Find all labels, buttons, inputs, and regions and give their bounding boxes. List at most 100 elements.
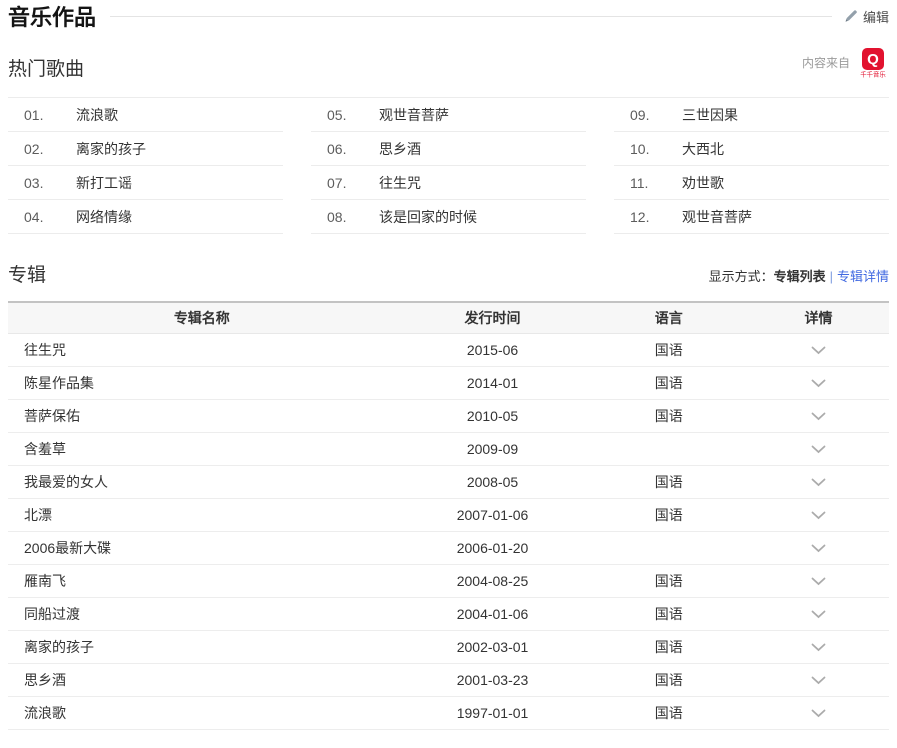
details-cell [748, 531, 889, 564]
song-link[interactable]: 往生咒 [379, 173, 421, 193]
song-item: 01. 流浪歌 [8, 98, 283, 132]
details-cell [748, 564, 889, 597]
qianqian-music-logo[interactable]: Q 千千音乐 [857, 48, 889, 79]
qianqian-logo-text: 千千音乐 [860, 71, 886, 78]
album-name-cell: 含羞草 [8, 432, 396, 465]
expand-details-button[interactable] [805, 476, 832, 489]
chevron-down-icon [811, 412, 826, 421]
table-row: 2006最新大碟 2006-01-20 [8, 531, 889, 564]
expand-details-button[interactable] [805, 542, 832, 555]
table-row: 我最爱的女人 2008-05 国语 [8, 465, 889, 498]
album-name-cell: 我最爱的女人 [8, 465, 396, 498]
edit-label: 编辑 [863, 7, 889, 26]
details-cell [748, 630, 889, 663]
song-number: 02. [24, 141, 56, 157]
song-item: 02. 离家的孩子 [8, 132, 283, 166]
song-number: 01. [24, 107, 56, 123]
song-number: 09. [630, 107, 662, 123]
chevron-down-icon [811, 346, 826, 355]
expand-details-button[interactable] [805, 509, 832, 522]
expand-details-button[interactable] [805, 443, 832, 456]
expand-details-button[interactable] [805, 410, 832, 423]
col-header-release-date: 发行时间 [396, 302, 590, 333]
table-row: 北漂 2007-01-06 国语 [8, 498, 889, 531]
song-link[interactable]: 劝世歌 [682, 173, 724, 193]
language-cell: 国语 [589, 630, 748, 663]
song-link[interactable]: 新打工谣 [76, 173, 132, 193]
release-date-cell: 2008-05 [396, 465, 590, 498]
song-item: 03. 新打工谣 [8, 166, 283, 200]
album-name-cell: 菩萨保佑 [8, 399, 396, 432]
song-link[interactable]: 观世音菩萨 [379, 105, 449, 125]
release-date-cell: 2004-08-25 [396, 564, 590, 597]
expand-details-button[interactable] [805, 575, 832, 588]
expand-details-button[interactable] [805, 377, 832, 390]
display-mode-label: 显示方式： [709, 269, 774, 284]
pencil-icon [844, 9, 858, 23]
song-item: 09. 三世因果 [614, 98, 889, 132]
table-row: 往生咒 2015-06 国语 [8, 333, 889, 366]
song-link[interactable]: 流浪歌 [76, 105, 118, 125]
header-divider [110, 16, 832, 17]
song-number: 06. [327, 141, 359, 157]
hot-songs-section: 热门歌曲 内容来自 Q 千千音乐 01. 流浪歌 02. 离家的孩子 [8, 48, 889, 234]
display-mode-switch: 显示方式：专辑列表 | 专辑详情 [709, 266, 889, 287]
chevron-down-icon [811, 643, 826, 652]
song-number: 12. [630, 209, 662, 225]
song-item: 12. 观世音菩萨 [614, 200, 889, 234]
col-header-album-name: 专辑名称 [8, 302, 396, 333]
chevron-down-icon [811, 478, 826, 487]
song-link[interactable]: 网络情缘 [76, 207, 132, 227]
album-name-cell: 北漂 [8, 498, 396, 531]
album-name-cell: 雁南飞 [8, 564, 396, 597]
song-number: 03. [24, 175, 56, 191]
details-cell [748, 399, 889, 432]
song-number: 11. [630, 175, 662, 191]
album-name-cell: 2006最新大碟 [8, 531, 396, 564]
song-item: 07. 往生咒 [311, 166, 586, 200]
expand-details-button[interactable] [805, 707, 832, 720]
details-cell [748, 465, 889, 498]
table-row: 离家的孩子 2002-03-01 国语 [8, 630, 889, 663]
expand-details-button[interactable] [805, 608, 832, 621]
language-cell: 国语 [589, 333, 748, 366]
chevron-down-icon [811, 544, 826, 553]
mode-separator: | [830, 269, 833, 284]
details-cell [748, 498, 889, 531]
song-link[interactable]: 三世因果 [682, 105, 738, 125]
albums-heading: 专辑 [8, 260, 46, 287]
album-name-cell: 思乡酒 [8, 663, 396, 696]
language-cell: 国语 [589, 597, 748, 630]
albums-section: 专辑 显示方式：专辑列表|专辑详情 专辑名称 发行时间 语言 详情 往生咒 [8, 260, 889, 730]
table-row: 流浪歌 1997-01-01 国语 [8, 696, 889, 729]
hot-songs-heading: 热门歌曲 [8, 54, 84, 81]
song-link[interactable]: 大西北 [682, 139, 724, 159]
table-row: 陈星作品集 2014-01 国语 [8, 366, 889, 399]
details-cell [748, 663, 889, 696]
song-link[interactable]: 该是回家的时候 [379, 207, 477, 227]
release-date-cell: 2015-06 [396, 333, 590, 366]
mode-album-detail[interactable]: 专辑详情 [837, 269, 889, 284]
song-link[interactable]: 思乡酒 [379, 139, 421, 159]
mode-album-list[interactable]: 专辑列表 [774, 269, 826, 284]
album-name-cell: 离家的孩子 [8, 630, 396, 663]
expand-details-button[interactable] [805, 674, 832, 687]
song-item: 08. 该是回家的时候 [311, 200, 586, 234]
song-number: 04. [24, 209, 56, 225]
song-number: 05. [327, 107, 359, 123]
song-item: 05. 观世音菩萨 [311, 98, 586, 132]
language-cell: 国语 [589, 498, 748, 531]
language-cell: 国语 [589, 465, 748, 498]
language-cell [589, 531, 748, 564]
language-cell: 国语 [589, 564, 748, 597]
edit-button[interactable]: 编辑 [844, 7, 889, 26]
chevron-down-icon [811, 610, 826, 619]
details-cell [748, 597, 889, 630]
song-link[interactable]: 观世音菩萨 [682, 207, 752, 227]
song-link[interactable]: 离家的孩子 [76, 139, 146, 159]
album-name-cell: 往生咒 [8, 333, 396, 366]
expand-details-button[interactable] [805, 344, 832, 357]
chevron-down-icon [811, 709, 826, 718]
expand-details-button[interactable] [805, 641, 832, 654]
albums-table-body: 往生咒 2015-06 国语 陈星作品集 [8, 333, 889, 729]
